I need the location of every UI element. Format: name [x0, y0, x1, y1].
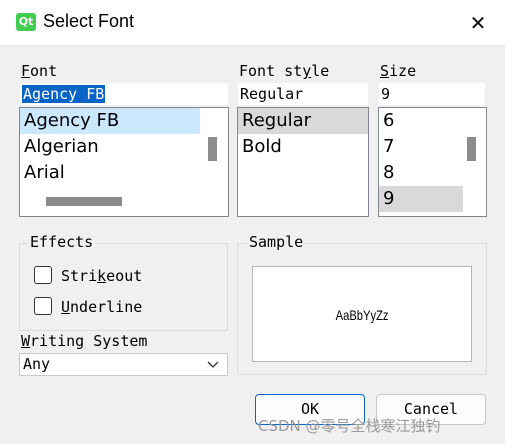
- strikeout-mnemonic: k: [97, 267, 107, 285]
- writing-system-label: Writing System: [21, 332, 148, 350]
- chevron-down-icon: [207, 361, 219, 368]
- close-icon: ✕: [469, 11, 487, 35]
- underline-checkbox[interactable]: [34, 297, 52, 315]
- size-label: Size: [380, 62, 417, 80]
- font-input[interactable]: Agency FB: [20, 83, 228, 105]
- sample-group-label: Sample: [247, 233, 306, 251]
- font-style-list-item[interactable]: Bold: [238, 134, 368, 160]
- sample-preview-text: AaBbYyZz: [335, 307, 389, 323]
- font-style-mnemonic: y: [302, 62, 312, 80]
- underline-mnemonic: U: [61, 298, 71, 316]
- size-input[interactable]: 9: [379, 83, 485, 105]
- font-label: Font: [21, 62, 58, 80]
- window-title: Select Font: [43, 11, 135, 31]
- font-input-value: Agency FB: [22, 85, 106, 103]
- size-list-vertical-scrollbar[interactable]: [467, 137, 476, 161]
- writing-system-mnemonic: W: [21, 332, 31, 350]
- watermark-text: CSDN @零号全栈寒江独钓: [258, 417, 441, 435]
- font-style-list[interactable]: Regular Bold: [237, 107, 369, 217]
- size-list-item[interactable]: 9: [379, 186, 463, 212]
- effects-group: [19, 243, 228, 331]
- effects-group-label: Effects: [28, 233, 96, 251]
- size-list-item[interactable]: 6: [379, 108, 486, 134]
- underline-label[interactable]: Underline: [61, 298, 142, 316]
- font-list-vertical-scrollbar[interactable]: [208, 137, 217, 161]
- font-list-horizontal-scrollbar[interactable]: [46, 197, 122, 206]
- font-list-item[interactable]: Algerian: [20, 134, 228, 160]
- font-style-input[interactable]: Regular: [238, 83, 368, 105]
- font-list-item[interactable]: Arial: [20, 160, 228, 186]
- font-list-item[interactable]: Agency FB: [20, 108, 200, 134]
- strikeout-checkbox[interactable]: [34, 266, 52, 284]
- close-button[interactable]: ✕: [456, 8, 500, 38]
- font-style-label: Font style: [239, 62, 330, 80]
- writing-system-combobox[interactable]: Any: [19, 353, 228, 376]
- sample-preview: AaBbYyZz: [252, 266, 472, 362]
- size-list[interactable]: 6 7 8 9: [378, 107, 487, 217]
- qt-app-icon: Qt: [16, 13, 36, 31]
- font-style-list-item[interactable]: Regular: [238, 108, 368, 134]
- size-label-mnemonic: S: [380, 62, 390, 80]
- writing-system-value: Any: [23, 355, 51, 373]
- font-label-mnemonic: F: [21, 62, 31, 80]
- strikeout-label[interactable]: Strikeout: [61, 267, 142, 285]
- size-list-item[interactable]: 8: [379, 160, 486, 186]
